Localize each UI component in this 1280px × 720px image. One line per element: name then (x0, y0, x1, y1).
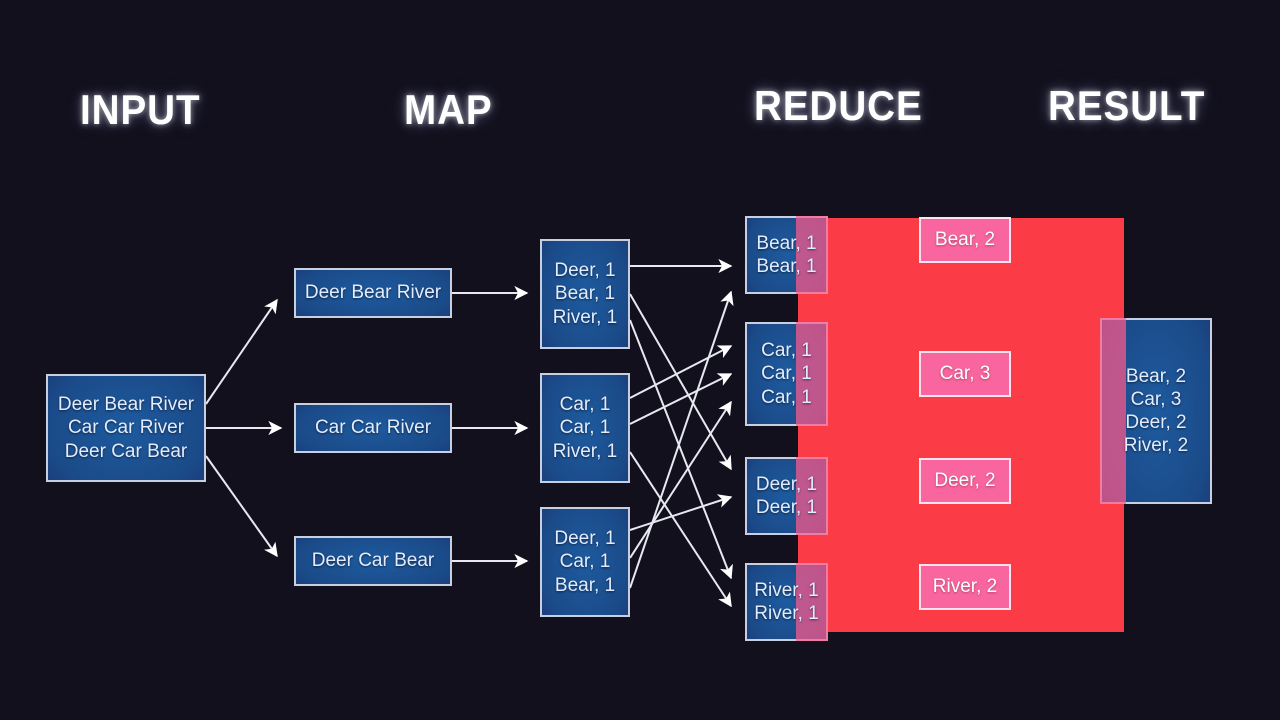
input-data-box: Deer Bear River Car Car River Deer Car Bea… (46, 374, 206, 482)
heading-result: RESULT (1048, 82, 1206, 129)
map-1-text-line: Deer, 1 (554, 260, 616, 282)
result-text-line: Bear, 2 (1125, 365, 1187, 387)
input-text-line: Deer Car Bear (64, 440, 188, 462)
map-output-1: Deer, 1 Bear, 1 River, 1 (540, 239, 630, 349)
input-text-line: Deer Bear River (57, 394, 195, 416)
input-text-line: Car Car River (67, 417, 185, 439)
edge-map-3-to-shuffle-car (629, 400, 732, 559)
shuffle-group-car: Car, 1 Car, 1 Car, 1 (745, 322, 828, 426)
map-3-text-line: Car, 1 (559, 551, 611, 573)
shuffle-deer-text-line: Deer, 1 (755, 473, 818, 495)
map-1-text-line: Bear, 1 (554, 283, 616, 305)
edge-map-2-to-shuffle-river (629, 451, 732, 608)
result-text-line: Car, 3 (1130, 388, 1182, 410)
shuffle-group-river: River, 1 River, 1 (745, 563, 828, 641)
input-split-3: Deer Car Bear (294, 536, 452, 586)
shuffle-river-text-line: River, 1 (754, 603, 819, 624)
edge-map-1-to-shuffle-deer (629, 293, 732, 471)
reduce-output-car: Car, 3 (919, 351, 1011, 397)
edge-input-to-split-3 (205, 455, 278, 558)
shuffle-car-text-line: Car, 1 (761, 363, 812, 385)
shuffle-deer-text-line: Deer, 1 (755, 497, 818, 518)
reduce-output-bear: Bear, 2 (919, 217, 1011, 263)
shuffle-group-bear: Bear, 1 Bear, 1 (745, 216, 828, 294)
final-result-box: Bear, 2 Car, 3 Deer, 2 River, 2 (1100, 318, 1212, 504)
shuffle-group-deer: Deer, 1 Deer, 1 (745, 457, 828, 535)
heading-map: MAP (404, 86, 493, 133)
edge-input-to-split-1 (205, 298, 278, 405)
edge-map-1-to-shuffle-river (629, 319, 733, 580)
mapreduce-diagram: INPUT MAP REDUCE RESULT Deer Bear River C… (0, 0, 1280, 720)
map-2-text-line: Car, 1 (559, 417, 611, 439)
map-output-3: Deer, 1 Car, 1 Bear, 1 (540, 507, 630, 617)
edge-map-3-to-shuffle-deer (629, 494, 733, 531)
shuffle-car-text-line: Car, 1 (761, 386, 812, 408)
map-3-text-line: Bear, 1 (554, 574, 616, 596)
reduce-output-river: River, 2 (919, 564, 1011, 610)
input-split-1: Deer Bear River (294, 268, 452, 318)
result-text-line: River, 2 (1123, 435, 1189, 457)
heading-reduce: REDUCE (754, 82, 923, 129)
map-output-2: Car, 1 Car, 1 River, 1 (540, 373, 630, 483)
result-text-line: Deer, 2 (1125, 412, 1187, 433)
map-2-text-line: River, 1 (552, 440, 618, 462)
edge-map-2-to-shuffle-car (629, 345, 733, 399)
heading-input: INPUT (80, 86, 201, 133)
split-2-text-line: Car Car River (314, 417, 432, 439)
split-3-text-line: Deer Car Bear (311, 550, 435, 572)
shuffle-bear-text-line: Bear, 1 (756, 256, 817, 277)
reduce-output-deer: Deer, 2 (919, 458, 1011, 504)
edge-map-2-to-shuffle-car2 (629, 373, 733, 425)
split-1-text-line: Deer Bear River (304, 282, 442, 304)
shuffle-bear-text-line: Bear, 1 (756, 232, 817, 254)
edge-map-3-to-shuffle-bear (629, 290, 734, 589)
reduce-bear-text-line: Bear, 2 (934, 229, 996, 251)
reduce-car-text-line: Car, 3 (939, 363, 991, 385)
map-2-text-line: Car, 1 (559, 394, 611, 416)
shuffle-car-text-line: Car, 1 (761, 340, 812, 362)
reduce-deer-text-line: Deer, 2 (934, 470, 996, 492)
input-split-2: Car Car River (294, 403, 452, 453)
reduce-river-text-line: River, 2 (932, 576, 998, 598)
map-1-text-line: River, 1 (552, 306, 618, 328)
shuffle-river-text-line: River, 1 (754, 579, 819, 601)
map-3-text-line: Deer, 1 (554, 528, 616, 550)
